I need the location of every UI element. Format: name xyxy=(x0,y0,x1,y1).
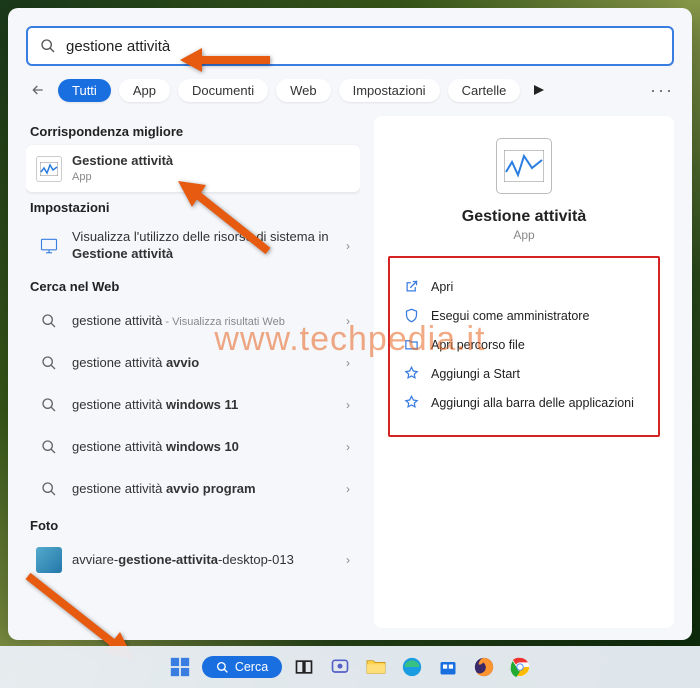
chevron-right-icon: › xyxy=(346,398,350,412)
image-thumb-icon xyxy=(36,547,62,573)
chrome-icon xyxy=(509,656,531,678)
web-result-row[interactable]: gestione attività windows 11 › xyxy=(26,384,360,426)
search-panel: Tutti App Documenti Web Impostazioni Car… xyxy=(8,8,692,640)
section-photos: Foto xyxy=(30,518,360,533)
web-result-row[interactable]: gestione attività avvio › xyxy=(26,342,360,384)
windows-icon xyxy=(169,656,191,678)
search-icon xyxy=(216,661,229,674)
start-button[interactable] xyxy=(166,653,194,681)
section-best-match: Corrispondenza migliore xyxy=(30,124,360,139)
search-icon xyxy=(41,355,57,371)
web-result-row[interactable]: gestione attività windows 10 › xyxy=(26,426,360,468)
web-result-row[interactable]: gestione attività avvio program › xyxy=(26,468,360,510)
search-box[interactable] xyxy=(26,26,674,66)
play-icon xyxy=(534,85,544,95)
chat-icon xyxy=(330,657,350,677)
chevron-right-icon: › xyxy=(346,356,350,370)
edge-button[interactable] xyxy=(398,653,426,681)
open-icon xyxy=(404,279,419,294)
overflow-button[interactable]: ··· xyxy=(650,80,674,101)
filter-documents[interactable]: Documenti xyxy=(178,79,268,102)
best-match-sub: App xyxy=(72,170,350,184)
results-list: Corrispondenza migliore Gestione attivit… xyxy=(26,116,360,628)
section-web: Cerca nel Web xyxy=(30,279,360,294)
pin-icon xyxy=(404,395,419,410)
action-pin-start[interactable]: Aggiungi a Start xyxy=(400,359,648,388)
taskbar: Cerca xyxy=(0,646,700,688)
action-file-location[interactable]: Apri percorso file xyxy=(400,330,648,359)
chrome-button[interactable] xyxy=(506,653,534,681)
chevron-right-icon: › xyxy=(346,440,350,454)
search-icon xyxy=(41,313,57,329)
search-icon xyxy=(40,38,56,54)
edge-icon xyxy=(401,656,423,678)
search-icon xyxy=(41,439,57,455)
chat-button[interactable] xyxy=(326,653,354,681)
best-match-title: Gestione attività xyxy=(72,153,173,168)
best-match-row[interactable]: Gestione attività App xyxy=(26,145,360,192)
more-filters-button[interactable] xyxy=(528,79,550,101)
action-open[interactable]: Apri xyxy=(400,272,648,301)
search-icon xyxy=(41,481,57,497)
chevron-right-icon: › xyxy=(346,553,350,567)
web-result-row[interactable]: gestione attività - Visualizza risultati… xyxy=(26,300,360,342)
filter-folders[interactable]: Cartelle xyxy=(448,79,521,102)
action-pin-taskbar[interactable]: Aggiungi alla barra delle applicazioni xyxy=(400,388,648,417)
preview-title: Gestione attività xyxy=(462,208,586,226)
filter-web[interactable]: Web xyxy=(276,79,331,102)
monitor-icon xyxy=(36,233,62,259)
pin-icon xyxy=(404,366,419,381)
folder-icon xyxy=(404,337,419,352)
explorer-button[interactable] xyxy=(362,653,390,681)
firefox-icon xyxy=(473,656,495,678)
back-button[interactable] xyxy=(26,78,50,102)
taskbar-search-button[interactable]: Cerca xyxy=(202,656,282,678)
preview-category: App xyxy=(513,228,534,242)
filter-row: Tutti App Documenti Web Impostazioni Car… xyxy=(26,78,674,102)
store-icon xyxy=(438,657,458,677)
section-settings: Impostazioni xyxy=(30,200,360,215)
filter-apps[interactable]: App xyxy=(119,79,170,102)
task-manager-icon xyxy=(496,138,552,194)
task-view-button[interactable] xyxy=(290,653,318,681)
folder-icon xyxy=(365,658,387,676)
action-list: Apri Esegui come amministratore Apri per… xyxy=(388,256,660,437)
shield-icon xyxy=(404,308,419,323)
task-view-icon xyxy=(294,657,314,677)
preview-pane: Gestione attività App Apri Esegui come a… xyxy=(374,116,674,628)
search-input[interactable] xyxy=(66,38,660,55)
filter-all[interactable]: Tutti xyxy=(58,79,111,102)
chevron-right-icon: › xyxy=(346,314,350,328)
search-icon xyxy=(41,397,57,413)
store-button[interactable] xyxy=(434,653,462,681)
arrow-left-icon xyxy=(30,82,46,98)
chevron-right-icon: › xyxy=(346,482,350,496)
settings-result-row[interactable]: Visualizza l'utilizzo delle risorse di s… xyxy=(26,221,360,271)
firefox-button[interactable] xyxy=(470,653,498,681)
task-manager-icon xyxy=(36,156,62,182)
action-run-admin[interactable]: Esegui come amministratore xyxy=(400,301,648,330)
photo-result-row[interactable]: avviare-gestione-attivita-desktop-013 › xyxy=(26,539,360,581)
chevron-right-icon: › xyxy=(346,239,350,253)
filter-settings[interactable]: Impostazioni xyxy=(339,79,440,102)
